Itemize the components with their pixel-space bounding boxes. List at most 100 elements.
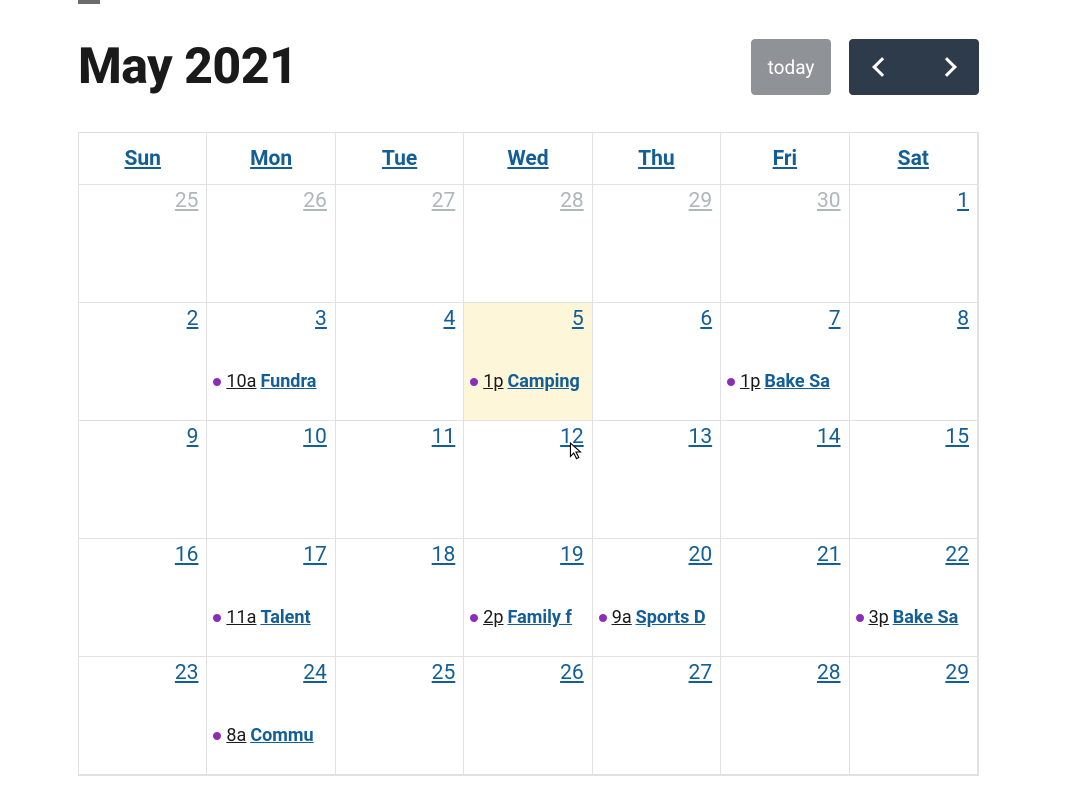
event-time: 1p — [740, 371, 760, 393]
day-header-link[interactable]: Sat — [898, 147, 929, 171]
day-number[interactable]: 30 — [817, 189, 841, 213]
day-number[interactable]: 17 — [303, 543, 327, 567]
calendar-cell[interactable]: 28 — [464, 185, 592, 303]
event-time: 1p — [483, 371, 503, 393]
day-number[interactable]: 20 — [689, 543, 713, 567]
calendar-cell[interactable]: 26 — [464, 657, 592, 775]
calendar-event[interactable]: 1pBake Sa — [727, 371, 848, 393]
day-number[interactable]: 9 — [187, 425, 199, 449]
calendar-cell[interactable]: 26 — [207, 185, 335, 303]
calendar-cell[interactable]: 25 — [79, 185, 207, 303]
day-number[interactable]: 19 — [560, 543, 584, 567]
day-number[interactable]: 6 — [700, 307, 712, 331]
day-number[interactable]: 29 — [945, 661, 969, 685]
day-header: Fri — [721, 133, 849, 185]
calendar-event[interactable]: 9aSports D — [599, 607, 720, 629]
calendar-cell[interactable]: 9 — [79, 421, 207, 539]
events-list: 2pFamily f — [470, 607, 591, 629]
calendar-cell[interactable]: 27 — [336, 185, 464, 303]
calendar-cell[interactable]: 16 — [79, 539, 207, 657]
day-number[interactable]: 26 — [560, 661, 584, 685]
calendar-cell[interactable]: 11 — [336, 421, 464, 539]
event-title: Talent — [260, 607, 310, 629]
calendar-event[interactable]: 10aFundra — [213, 371, 334, 393]
accent-bar — [78, 0, 100, 4]
calendar-cell[interactable]: 23 — [79, 657, 207, 775]
calendar-cell[interactable]: 2 — [79, 303, 207, 421]
day-number[interactable]: 14 — [817, 425, 841, 449]
day-header-link[interactable]: Mon — [250, 147, 292, 171]
day-number[interactable]: 29 — [689, 189, 713, 213]
calendar-cell[interactable]: 12 — [464, 421, 592, 539]
day-number[interactable]: 25 — [175, 189, 199, 213]
day-number[interactable]: 26 — [303, 189, 327, 213]
calendar-event[interactable]: 3pBake Sa — [856, 607, 977, 629]
day-number[interactable]: 22 — [945, 543, 969, 567]
day-number[interactable]: 21 — [817, 543, 841, 567]
calendar-event[interactable]: 8aCommu — [213, 725, 334, 747]
calendar-event[interactable]: 11aTalent — [213, 607, 334, 629]
day-header-link[interactable]: Tue — [382, 147, 417, 171]
calendar-cell[interactable]: 20 9aSports D — [593, 539, 721, 657]
day-number[interactable]: 16 — [175, 543, 199, 567]
calendar-cell[interactable]: 17 11aTalent — [207, 539, 335, 657]
calendar-cell[interactable]: 5 1pCamping — [464, 303, 592, 421]
day-number[interactable]: 3 — [315, 307, 327, 331]
day-number[interactable]: 7 — [829, 307, 841, 331]
calendar-cell[interactable]: 6 — [593, 303, 721, 421]
month-nav-button[interactable] — [849, 39, 979, 95]
day-number[interactable]: 12 — [560, 425, 584, 449]
calendar-cell[interactable]: 15 — [850, 421, 978, 539]
day-number[interactable]: 25 — [432, 661, 456, 685]
calendar-cell[interactable]: 28 — [721, 657, 849, 775]
day-number[interactable]: 15 — [945, 425, 969, 449]
calendar-cell[interactable]: 8 — [850, 303, 978, 421]
day-number[interactable]: 10 — [303, 425, 327, 449]
day-number[interactable]: 23 — [175, 661, 199, 685]
day-number[interactable]: 27 — [432, 189, 456, 213]
day-number[interactable]: 13 — [689, 425, 713, 449]
today-button[interactable]: today — [751, 39, 831, 95]
calendar-cell[interactable]: 21 — [721, 539, 849, 657]
calendar-cell[interactable]: 18 — [336, 539, 464, 657]
calendar-cell[interactable]: 27 — [593, 657, 721, 775]
calendar-cell[interactable]: 24 8aCommu — [207, 657, 335, 775]
day-number[interactable]: 28 — [817, 661, 841, 685]
event-title: Sports D — [636, 607, 706, 629]
calendar-cell[interactable]: 30 — [721, 185, 849, 303]
day-number[interactable]: 8 — [957, 307, 969, 331]
day-number[interactable]: 11 — [432, 425, 456, 449]
day-number[interactable]: 4 — [443, 307, 455, 331]
calendar-cell[interactable]: 29 — [593, 185, 721, 303]
calendar-cell[interactable]: 29 — [850, 657, 978, 775]
calendar-cell[interactable]: 3 10aFundra — [207, 303, 335, 421]
calendar-cell[interactable]: 4 — [336, 303, 464, 421]
calendar-event[interactable]: 2pFamily f — [470, 607, 591, 629]
calendar-cell[interactable]: 13 — [593, 421, 721, 539]
event-time: 2p — [483, 607, 503, 629]
day-header-link[interactable]: Thu — [638, 147, 675, 171]
calendar-cell[interactable]: 7 1pBake Sa — [721, 303, 849, 421]
calendar-cell[interactable]: 19 2pFamily f — [464, 539, 592, 657]
calendar-cell[interactable]: 1 — [850, 185, 978, 303]
day-number[interactable]: 2 — [187, 307, 199, 331]
calendar-cell[interactable]: 14 — [721, 421, 849, 539]
day-number[interactable]: 24 — [303, 661, 327, 685]
day-number[interactable]: 1 — [957, 189, 969, 213]
events-list: 1pCamping — [470, 371, 591, 393]
day-number[interactable]: 27 — [689, 661, 713, 685]
event-dot-icon — [213, 614, 221, 622]
calendar-cell[interactable]: 25 — [336, 657, 464, 775]
day-header-link[interactable]: Fri — [773, 147, 798, 171]
day-number[interactable]: 5 — [572, 307, 584, 331]
event-time: 9a — [612, 607, 632, 629]
calendar-cell[interactable]: 22 3pBake Sa — [850, 539, 978, 657]
calendar-event[interactable]: 1pCamping — [470, 371, 591, 393]
day-number[interactable]: 28 — [560, 189, 584, 213]
day-number[interactable]: 18 — [432, 543, 456, 567]
calendar-cell[interactable]: 10 — [207, 421, 335, 539]
day-header-link[interactable]: Wed — [507, 147, 548, 171]
event-time: 11a — [226, 607, 256, 629]
day-header: Tue — [336, 133, 464, 185]
day-header-link[interactable]: Sun — [124, 147, 160, 171]
